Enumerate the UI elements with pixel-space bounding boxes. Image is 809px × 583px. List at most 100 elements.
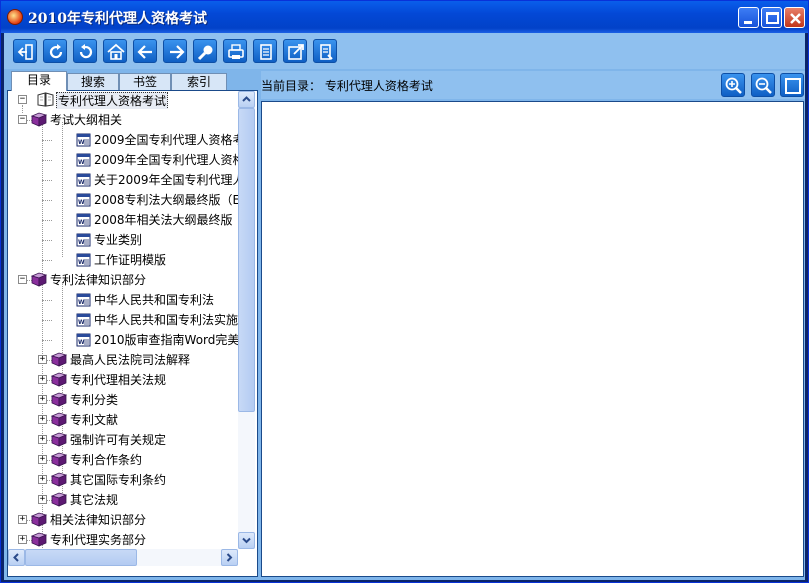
export-button[interactable] [283,39,307,63]
book-icon [50,472,67,487]
tree-node-label: 2009全国专利代理人资格考 [94,133,238,147]
close-icon [790,13,801,24]
svg-text:W: W [78,239,85,246]
tree-node[interactable]: + 专利代理相关法规 [8,371,238,389]
scroll-left-button[interactable] [8,549,25,566]
expand-icon[interactable]: + [38,455,47,464]
tree-node[interactable]: + 专利文献 [8,411,238,429]
close-button[interactable] [784,7,805,28]
svg-text:W: W [78,319,85,326]
tree-node[interactable]: W 2008专利法大纲最终版（E [8,191,238,209]
tree-node-label: 中华人民共和国专利法实施 [94,313,238,327]
tree-vertical-scrollbar[interactable] [238,91,255,549]
tree-node[interactable]: + 最高人民法院司法解释 [8,351,238,369]
expand-icon[interactable]: + [38,495,47,504]
title-bar[interactable]: 2010年专利代理人资格考试 [1,1,808,33]
h-scroll-thumb[interactable] [25,549,137,566]
forward-button[interactable] [163,39,187,63]
tree-node[interactable]: W 工作证明模版 [8,251,238,269]
bookmark-list-button[interactable] [313,39,337,63]
tree-node[interactable]: + 专利代理实务部分 [8,531,238,549]
scroll-thumb[interactable] [238,108,255,412]
collapse-icon[interactable]: − [18,115,27,124]
tree-node[interactable]: W 中华人民共和国专利法 [8,291,238,309]
tree-node[interactable]: + 其它国际专利条约 [8,471,238,489]
svg-text:W: W [78,339,85,346]
main-area: 目录 搜索 书签 索引 − 专利代理人资格考试 − 考试大纲相关 W 2009全国专利 [4,33,805,580]
zoom-out-button[interactable] [751,73,775,97]
tree-node[interactable]: W 专业类别 [8,231,238,249]
tree-horizontal-scrollbar[interactable] [8,549,238,566]
tab-search[interactable]: 搜索 [67,73,119,91]
tree-node[interactable]: W 2009年全国专利代理人资格 [8,151,238,169]
zoom-in-button[interactable] [721,73,745,97]
expand-icon[interactable]: + [38,355,47,364]
chevron-left-icon [13,553,19,562]
scroll-right-button[interactable] [221,549,238,566]
fullscreen-button[interactable] [780,73,804,97]
expand-icon[interactable]: + [38,475,47,484]
print-button[interactable] [223,39,247,63]
scroll-down-button[interactable] [238,532,255,549]
reload-icon [79,44,93,59]
back-icon [137,45,152,59]
tree-node[interactable]: + 强制许可有关规定 [8,431,238,449]
home-icon [107,43,125,60]
tree-node[interactable]: + 专利合作条约 [8,451,238,469]
chevron-down-icon [242,537,251,544]
export-icon [288,44,304,60]
expand-icon[interactable]: + [38,435,47,444]
expand-icon[interactable]: + [18,535,27,544]
tree-node[interactable]: W 2009全国专利代理人资格考 [8,131,238,149]
current-directory: 当前目录： 专利代理人资格考试 [261,77,433,94]
tree-node[interactable]: W 2010版审查指南Word完美版 [8,331,238,349]
window-title: 2010年专利代理人资格考试 [28,11,207,27]
exit-icon [17,44,33,60]
collapse-icon[interactable]: − [18,95,27,104]
tree-root-label: 专利代理人资格考试 [56,92,169,109]
expand-icon[interactable]: + [18,515,27,524]
tab-index[interactable]: 索引 [171,73,227,91]
back-button[interactable] [133,39,157,63]
refresh-button[interactable] [43,39,67,63]
chevron-right-icon [226,553,233,562]
tree-node-label: 专利分类 [70,393,119,407]
expand-icon[interactable]: + [38,395,47,404]
exit-button[interactable] [13,39,37,63]
notes-icon [260,44,272,60]
document-content-area[interactable] [261,101,804,577]
tree-node[interactable]: W 关于2009年全国专利代理人 [8,171,238,189]
tree-node[interactable]: W 2008年相关法大纲最终版（ [8,211,238,229]
minimize-button[interactable] [738,7,759,28]
word-document-icon: W [76,213,91,227]
tree-node-label: 专业类别 [94,233,143,247]
maximize-button[interactable] [761,7,782,28]
tree-node[interactable]: + 专利分类 [8,391,238,409]
tree-node[interactable]: + 其它法规 [8,491,238,509]
tab-bookmarks[interactable]: 书签 [119,73,171,91]
fullscreen-icon [785,78,801,94]
tree-node-label: 专利合作条约 [70,453,143,467]
tree-node[interactable]: − 考试大纲相关 [8,111,238,129]
notes-button[interactable] [253,39,277,63]
svg-text:W: W [78,199,85,206]
expand-icon[interactable]: + [38,415,47,424]
search-button[interactable] [193,39,217,63]
tree-node[interactable]: + 相关法律知识部分 [8,511,238,529]
directory-bar: 当前目录： 专利代理人资格考试 [261,71,805,99]
collapse-icon[interactable]: − [18,275,27,284]
navigation-panel: 目录 搜索 书签 索引 − 专利代理人资格考试 − 考试大纲相关 W 2009全国专利 [7,71,258,577]
refresh-icon [49,44,63,59]
scroll-up-button[interactable] [238,91,255,108]
tab-contents[interactable]: 目录 [11,71,67,91]
current-directory-value: 专利代理人资格考试 [324,79,433,93]
reload-button[interactable] [73,39,97,63]
svg-text:W: W [78,139,85,146]
expand-icon[interactable]: + [38,375,47,384]
home-button[interactable] [103,39,127,63]
tree-node[interactable]: − 专利法律知识部分 [8,271,238,289]
tree-node-label: 中华人民共和国专利法 [94,293,215,307]
tree-root[interactable]: − 专利代理人资格考试 [12,91,238,109]
tree-node-label: 专利法律知识部分 [50,273,147,287]
tree-node[interactable]: W 中华人民共和国专利法实施 [8,311,238,329]
